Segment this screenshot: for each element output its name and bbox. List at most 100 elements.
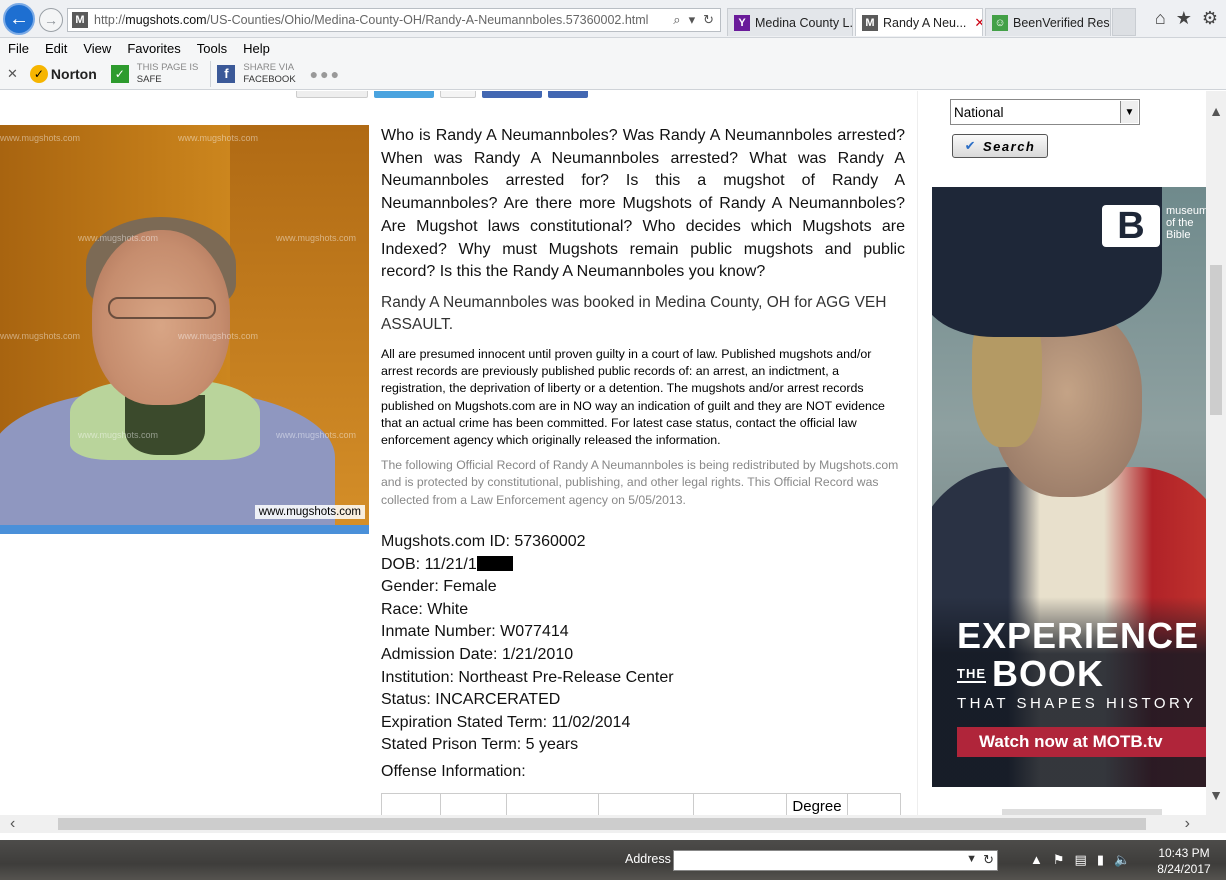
menu-favorites[interactable]: Favorites [127,41,180,56]
offense-title: Offense Information: [381,762,526,780]
arrow-right-icon: → [44,12,58,28]
menu-bar: File Edit View Favorites Tools Help [0,38,1226,58]
tab-medina-county[interactable]: Y Medina County L... [727,8,853,36]
gear-icon[interactable]: ⚙ [1202,8,1218,29]
fact-expiration: Expiration Stated Term: 11/02/2014 [381,713,631,731]
fact-dob: DOB: 11/21/1 [381,555,477,573]
chevron-down-icon[interactable]: ▼ [1120,101,1138,123]
taskbar: Address ▼ ↻ ▲ ⚑ ▤ ▮ 🔈 10:43 PM 8/24/2017 [0,840,1226,880]
checkmark-icon: ✔ [964,138,978,153]
fact-term: Stated Prison Term: 5 years [381,736,579,754]
clock-time: 10:43 PM [1158,846,1210,860]
watermark: www.mugshots.com [276,233,357,243]
share-facebook-button[interactable]: f SHARE VIA FACEBOOK [217,62,296,86]
taskbar-address-input[interactable]: ▼ ↻ [673,850,998,871]
tab-label: Medina County L... [755,15,853,30]
social-share-strip [296,91,588,98]
star-icon[interactable]: ★ [1176,8,1192,29]
plusone-button[interactable] [440,91,476,98]
facebook-icon: f [217,64,236,83]
refresh-icon[interactable]: ↻ [703,12,714,28]
fact-dob-row: DOB: 11/21/1 [381,554,905,577]
disclaimer-paragraph: All are presumed innocent until proven g… [381,346,885,447]
scroll-thumb[interactable] [58,818,1146,830]
scroll-left-icon[interactable]: ‹ [10,815,15,833]
menu-help[interactable]: Help [243,41,270,56]
norton-check-icon: ✓ [29,64,48,83]
tab-randy[interactable]: M Randy A Neu... ✕ [855,8,983,36]
scroll-down-icon[interactable]: ▼ [1206,787,1226,803]
vertical-scrollbar[interactable]: ▲ ▼ [1206,91,1226,815]
norton-button[interactable]: ✓ Norton [29,64,97,83]
address-bar[interactable]: M http://mugshots.com/US-Counties/Ohio/M… [67,8,721,32]
network-icon[interactable]: ▤ [1075,852,1087,868]
table-header-cell [848,794,900,815]
offense-table: Degree [381,793,901,815]
search-button[interactable]: ✔ Search [952,134,1048,158]
mugshot-photo[interactable]: www.mugshots.com www.mugshots.com www.mu… [0,125,369,525]
forward-button[interactable]: → [39,8,63,32]
volume-icon[interactable]: 🔈 [1114,852,1130,868]
url-text[interactable]: http://mugshots.com/US-Counties/Ohio/Med… [94,13,673,27]
search-icon[interactable]: ⌕ [673,12,680,28]
horizontal-scrollbar[interactable]: ‹ › [0,815,1206,833]
watermark: www.mugshots.com [78,430,159,440]
flag-icon[interactable]: ⚑ [1053,852,1065,868]
menu-tools[interactable]: Tools [197,41,227,56]
share-button-1[interactable] [296,91,368,98]
redaction-block [476,555,513,571]
fact-race: Race: White [381,600,469,618]
check-icon: ✓ [110,64,129,83]
close-icon[interactable]: ✕ [974,15,982,31]
table-header-cell [441,794,507,815]
scroll-right-icon[interactable]: › [1185,815,1190,833]
close-toolbar-icon[interactable]: ✕ [7,66,18,82]
refresh-icon[interactable]: ↻ [983,852,994,868]
like-button[interactable] [482,91,542,98]
scroll-thumb[interactable] [1210,265,1222,415]
watermark: www.mugshots.com [178,133,259,143]
scroll-up-icon[interactable]: ▲ [1206,103,1226,119]
museum-b-icon: B [1102,205,1160,247]
ad-subhead: THAT SHAPES HISTORY [957,695,1197,712]
fact-institution: Institution: Northeast Pre-Release Cente… [381,668,674,686]
tweet-button[interactable] [374,91,434,98]
home-icon[interactable]: ⌂ [1155,8,1166,29]
dropdown-icon[interactable]: ▾ [689,12,696,28]
watermark: www.mugshots.com [0,331,81,341]
region-select[interactable]: National ▼ [950,99,1140,125]
menu-view[interactable]: View [83,41,111,56]
museum-bible-ad[interactable]: B museum of the Bible EXPERIENCE THE BOOK… [932,187,1206,787]
back-button[interactable]: ← [3,3,35,35]
record-facts: Mugshots.com ID: 57360002 DOB: 11/21/1 G… [381,531,905,757]
beenverified-icon: ☺ [992,14,1008,31]
tab-label: Randy A Neu... [883,15,967,30]
page-safe-indicator[interactable]: ✓ THIS PAGE IS SAFE [110,62,198,86]
toolbar-divider [210,60,212,87]
page-viewport: www.mugshots.com www.mugshots.com www.mu… [0,91,1206,815]
fb-share-button[interactable] [548,91,588,98]
ad-cta-button[interactable]: Watch now at MOTB.tv [957,727,1206,757]
tray-arrow-icon[interactable]: ▲ [1030,852,1043,868]
browser-titlebar: ← → M http://mugshots.com/US-Counties/Oh… [0,0,1226,38]
menu-file[interactable]: File [8,41,29,56]
fact-gender: Gender: Female [381,578,497,596]
yahoo-icon: Y [734,14,750,31]
new-tab-button[interactable] [1112,8,1136,36]
table-header-cell [507,794,599,815]
more-options-icon[interactable]: ●●● [310,66,341,82]
watermark: www.mugshots.com [178,331,259,341]
table-header-cell [599,794,694,815]
fact-status: Status: INCARCERATED [381,691,561,709]
tab-beenverified[interactable]: ☺ BeenVerified Res... [985,8,1111,36]
menu-edit[interactable]: Edit [45,41,67,56]
system-tray: ▲ ⚑ ▤ ▮ 🔈 [1030,852,1130,868]
mugshot-underline [0,525,369,534]
fact-inmate: Inmate Number: W077414 [381,623,569,641]
watermark: www.mugshots.com [78,233,159,243]
chevron-down-icon[interactable]: ▼ [966,853,977,865]
clock[interactable]: 10:43 PM 8/24/2017 [1150,845,1218,877]
table-header-cell [382,794,441,815]
redistribution-paragraph: The following Official Record of Randy A… [381,458,899,507]
signal-icon[interactable]: ▮ [1097,852,1104,868]
